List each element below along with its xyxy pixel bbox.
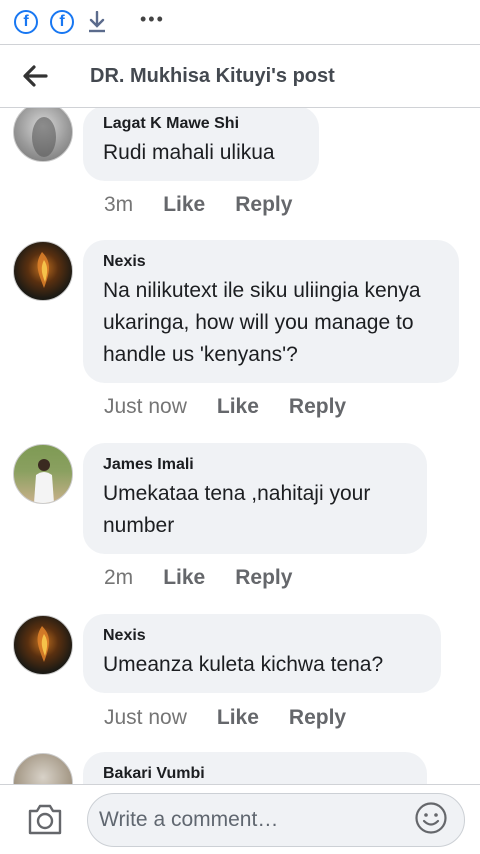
comment-time[interactable]: Just now [104,706,187,730]
comment-text: Umekataa tena ,nahitaji your number [103,482,371,537]
facebook-icon[interactable]: f [14,10,38,34]
avatar[interactable] [13,444,73,504]
comment-time[interactable]: Just now [104,395,187,419]
like-button[interactable]: Like [163,566,205,590]
reply-button[interactable]: Reply [289,706,346,730]
avatar[interactable] [13,241,73,301]
page-title: DR. Mukhisa Kituyi's post [90,64,335,87]
comment-author[interactable]: Bakari Vumbi [103,765,407,783]
comment-time[interactable]: 2m [104,566,133,590]
avatar[interactable] [13,753,73,784]
comment-text: Umeanza kuleta kichwa tena? [103,653,384,676]
comment-time[interactable]: 3m [104,193,133,217]
facebook-icon[interactable]: f [50,10,74,34]
avatar[interactable] [13,615,73,675]
comment-bubble[interactable]: James Imali Umekataa tena ,nahitaji your… [83,443,427,554]
comment-text: Na nilikutext ile siku uliingia kenya uk… [103,279,421,366]
camera-icon[interactable] [27,802,63,836]
comment-author[interactable]: Lagat K Mawe Shi [103,115,299,133]
status-bar: f f ••• [0,0,480,44]
comment-actions: Just now Like Reply [104,706,346,730]
more-dots-icon[interactable]: ••• [140,9,165,30]
like-button[interactable]: Like [217,706,259,730]
avatar[interactable] [13,108,73,162]
comment-text: Rudi mahali ulikua [103,141,275,164]
like-button[interactable]: Like [217,395,259,419]
comment-actions: Just now Like Reply [104,395,346,419]
download-icon[interactable] [86,10,108,34]
reply-button[interactable]: Reply [289,395,346,419]
comment-input[interactable]: Write a comment… [87,793,465,847]
comment-author[interactable]: Nexis [103,253,439,271]
comment-composer: Write a comment… [0,784,480,854]
comments-list[interactable]: Lagat K Mawe Shi Rudi mahali ulikua 3m L… [0,108,480,784]
comment-bubble[interactable]: Lagat K Mawe Shi Rudi mahali ulikua [83,108,319,181]
back-arrow-icon[interactable] [0,44,70,108]
comment-actions: 2m Like Reply [104,566,292,590]
reply-button[interactable]: Reply [235,566,292,590]
comment-author[interactable]: Nexis [103,627,421,645]
comment-bubble[interactable]: Nexis Na nilikutext ile siku uliingia ke… [83,240,459,383]
post-header: DR. Mukhisa Kituyi's post [0,44,480,108]
comment-bubble[interactable]: Nexis Umeanza kuleta kichwa tena? [83,614,441,693]
like-button[interactable]: Like [163,193,205,217]
comment-actions: 3m Like Reply [104,193,292,217]
reply-button[interactable]: Reply [235,193,292,217]
emoji-icon[interactable] [414,801,448,835]
comment-author[interactable]: James Imali [103,456,407,474]
comment-bubble[interactable]: Bakari Vumbi [83,752,427,784]
